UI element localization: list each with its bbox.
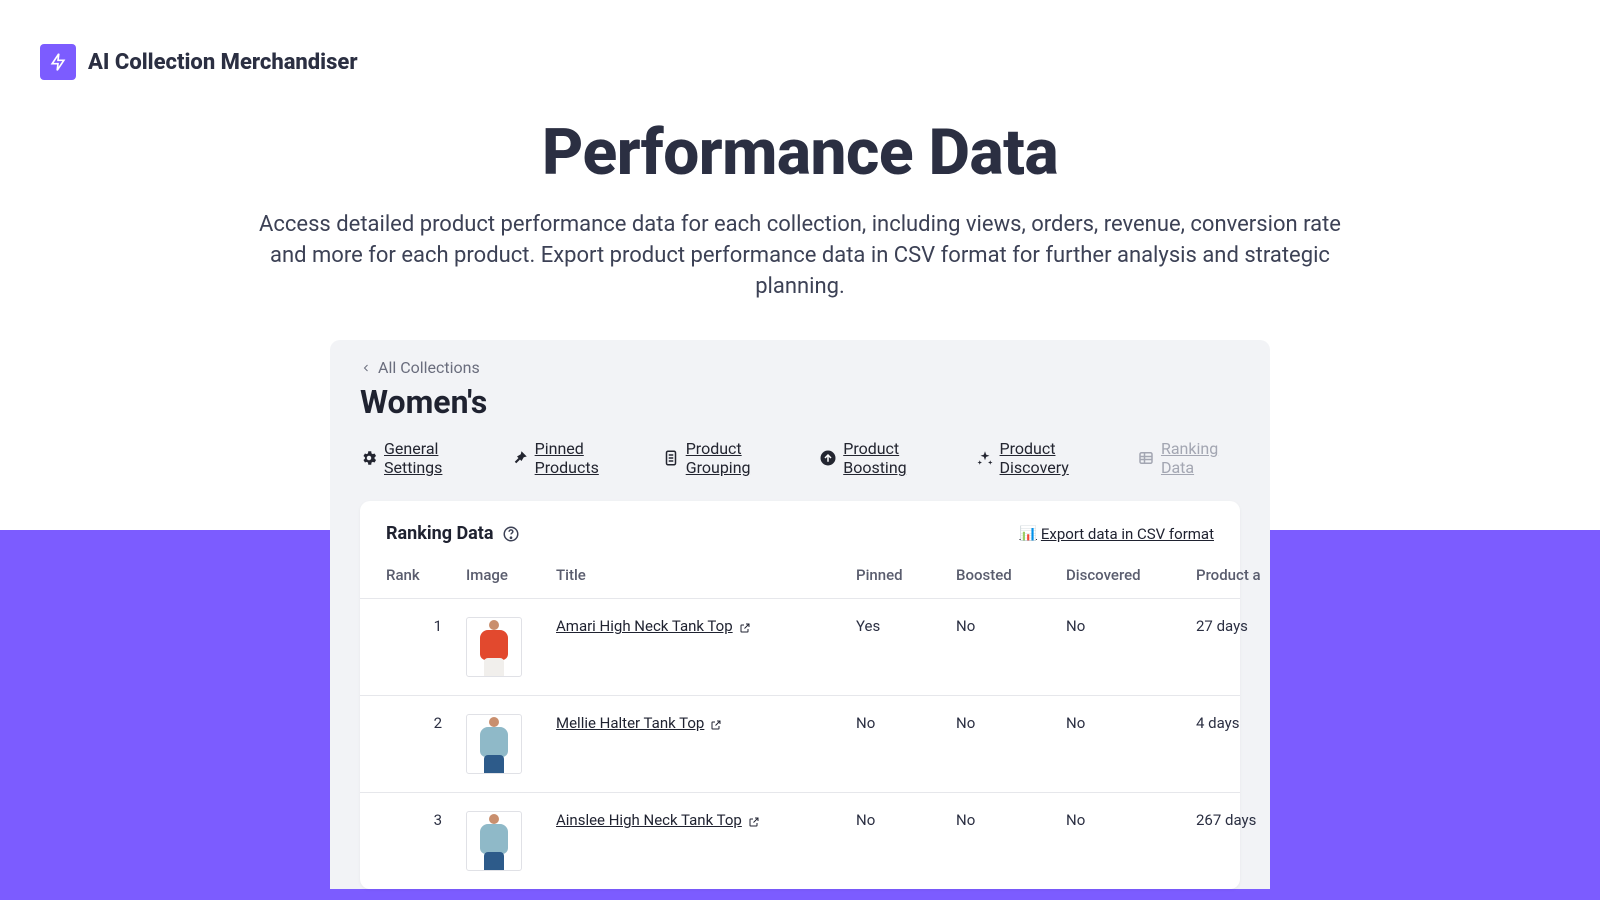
cell-title: Amari High Neck Tank Top bbox=[556, 617, 856, 635]
external-link-icon bbox=[739, 620, 751, 632]
collection-tabs: General Settings Pinned Products Product… bbox=[360, 439, 1240, 495]
tab-label: Product Discovery bbox=[1000, 439, 1109, 477]
external-link-icon bbox=[710, 717, 722, 729]
cell-title: Ainslee High Neck Tank Top bbox=[556, 811, 856, 829]
help-circle-icon[interactable] bbox=[502, 525, 520, 543]
cell-boosted: No bbox=[956, 617, 1066, 635]
top-brand-bar: AI Collection Merchandiser bbox=[0, 0, 1600, 80]
cell-pinned: No bbox=[856, 714, 956, 732]
cell-pinned: No bbox=[856, 811, 956, 829]
product-thumbnail bbox=[466, 811, 522, 871]
tab-label: Product Grouping bbox=[686, 439, 792, 477]
product-title-link[interactable]: Amari High Neck Tank Top bbox=[556, 617, 733, 635]
ranking-card: Ranking Data 📊 Export data in CSV format… bbox=[360, 501, 1240, 889]
ranking-section-title: Ranking Data bbox=[386, 523, 494, 544]
app-logo-icon bbox=[40, 44, 76, 80]
cell-rank: 3 bbox=[386, 811, 466, 829]
breadcrumb-label: All Collections bbox=[378, 358, 480, 377]
table-row: 2 Mellie Halter Tank Top No No No 4 days bbox=[360, 696, 1240, 793]
cell-image bbox=[466, 714, 556, 774]
cell-discovered: No bbox=[1066, 617, 1196, 635]
breadcrumb-back[interactable]: All Collections bbox=[360, 358, 1240, 377]
page-subtitle: Access detailed product performance data… bbox=[250, 210, 1350, 302]
app-title: AI Collection Merchandiser bbox=[88, 50, 358, 75]
pin-icon bbox=[511, 449, 529, 467]
tab-pinned-products[interactable]: Pinned Products bbox=[511, 439, 634, 477]
tab-general-settings[interactable]: General Settings bbox=[360, 439, 483, 477]
col-discovered: Discovered bbox=[1066, 566, 1196, 584]
cell-age: 4 days bbox=[1196, 714, 1306, 732]
cell-boosted: No bbox=[956, 714, 1066, 732]
export-csv-link[interactable]: 📊 Export data in CSV format bbox=[1019, 525, 1214, 543]
export-label: Export data in CSV format bbox=[1041, 525, 1214, 543]
product-title-link[interactable]: Ainslee High Neck Tank Top bbox=[556, 811, 742, 829]
cell-age: 267 days bbox=[1196, 811, 1306, 829]
cell-discovered: No bbox=[1066, 811, 1196, 829]
tab-label: Ranking Data bbox=[1161, 439, 1240, 477]
col-pinned: Pinned bbox=[856, 566, 956, 584]
table-row: 3 Ainslee High Neck Tank Top No No No 26… bbox=[360, 793, 1240, 889]
col-title: Title bbox=[556, 566, 856, 584]
tab-product-discovery[interactable]: Product Discovery bbox=[976, 439, 1109, 477]
tab-label: General Settings bbox=[384, 439, 483, 477]
cell-boosted: No bbox=[956, 811, 1066, 829]
cell-image bbox=[466, 811, 556, 871]
cell-pinned: Yes bbox=[856, 617, 956, 635]
table-row: 1 Amari High Neck Tank Top Yes No No 27 … bbox=[360, 599, 1240, 696]
cell-image bbox=[466, 617, 556, 677]
col-image: Image bbox=[466, 566, 556, 584]
col-product-age: Product a bbox=[1196, 566, 1306, 584]
product-thumbnail bbox=[466, 714, 522, 774]
product-thumbnail bbox=[466, 617, 522, 677]
gear-icon bbox=[360, 449, 378, 467]
tab-ranking-data[interactable]: Ranking Data bbox=[1137, 439, 1240, 477]
collection-title: Women's bbox=[360, 383, 1240, 421]
arrow-up-circle-icon bbox=[819, 449, 837, 467]
product-title-link[interactable]: Mellie Halter Tank Top bbox=[556, 714, 704, 732]
table-icon bbox=[1137, 449, 1155, 467]
cell-discovered: No bbox=[1066, 714, 1196, 732]
cell-title: Mellie Halter Tank Top bbox=[556, 714, 856, 732]
bar-chart-icon: 📊 bbox=[1019, 526, 1036, 542]
sparkles-icon bbox=[976, 449, 994, 467]
collection-panel: All Collections Women's General Settings… bbox=[330, 340, 1270, 889]
col-boosted: Boosted bbox=[956, 566, 1066, 584]
tab-label: Product Boosting bbox=[843, 439, 947, 477]
col-rank: Rank bbox=[386, 566, 466, 584]
tab-product-boosting[interactable]: Product Boosting bbox=[819, 439, 947, 477]
page-title: Performance Data bbox=[0, 115, 1600, 190]
hero-section: Performance Data Access detailed product… bbox=[0, 80, 1600, 302]
cell-age: 27 days bbox=[1196, 617, 1306, 635]
cell-rank: 1 bbox=[386, 617, 466, 635]
cell-rank: 2 bbox=[386, 714, 466, 732]
tab-product-grouping[interactable]: Product Grouping bbox=[662, 439, 792, 477]
clipboard-list-icon bbox=[662, 449, 680, 467]
table-head: Rank Image Title Pinned Boosted Discover… bbox=[360, 558, 1240, 599]
external-link-icon bbox=[748, 814, 760, 826]
chevron-left-icon bbox=[360, 362, 372, 374]
tab-label: Pinned Products bbox=[535, 439, 634, 477]
